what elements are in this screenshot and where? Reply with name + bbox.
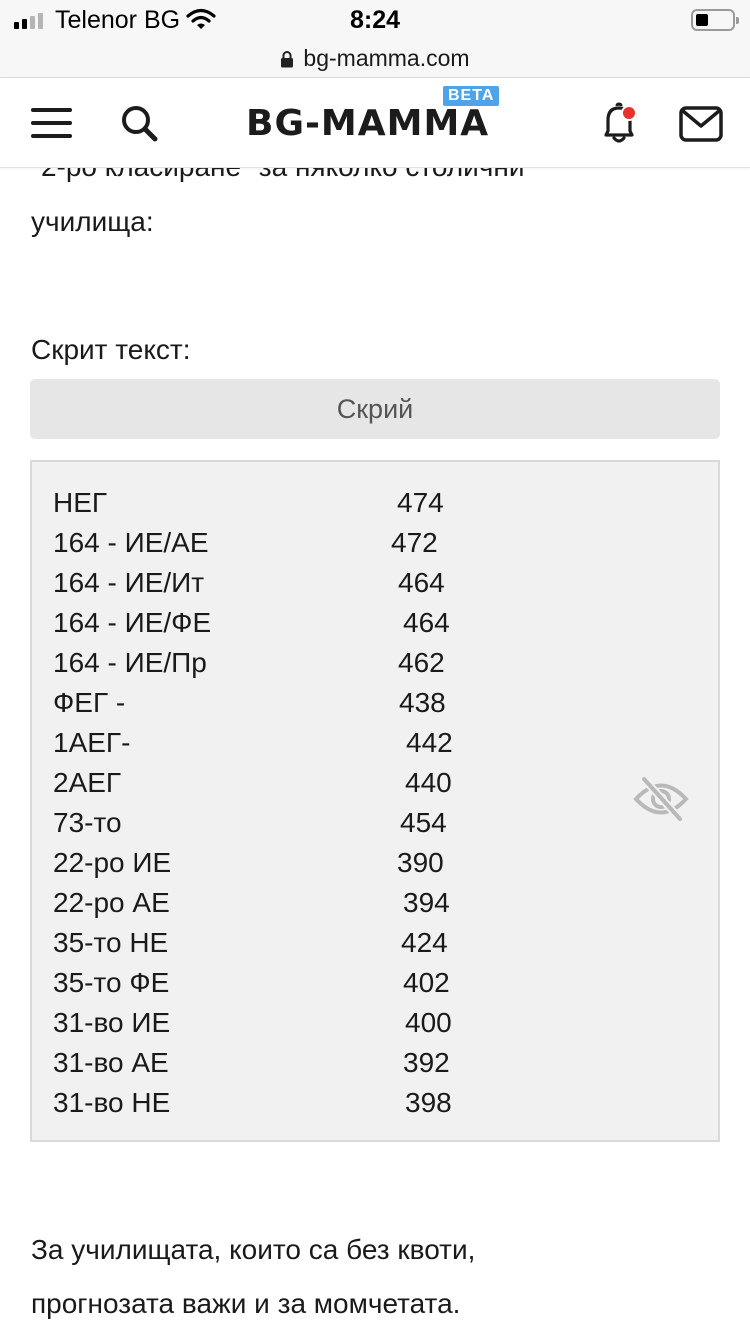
score-value: 440 — [405, 767, 452, 798]
menu-icon[interactable] — [31, 106, 73, 140]
score-value: 442 — [406, 727, 453, 758]
spoiler-content: НЕГ 474 164 - ИЕ/АЕ 472 164 - ИЕ/Ит 464 164 - … — [30, 460, 720, 1142]
post-text-line: "2-ро класиране" за няколко столични — [31, 168, 525, 194]
post-text-line: училища: — [31, 206, 154, 237]
school-name: 22-ро АЕ — [53, 887, 170, 918]
hide-button[interactable]: Скрий — [30, 379, 720, 439]
score-value: 464 — [403, 607, 450, 638]
site-logo[interactable]: BG-MAMMA — [246, 103, 489, 144]
eye-slash-icon[interactable] — [633, 774, 689, 824]
site-header: BG-MAMMA BETA — [0, 78, 750, 168]
address-bar[interactable]: bg-mamma.com — [0, 40, 750, 78]
score-value: 462 — [398, 647, 445, 678]
score-value: 394 — [403, 887, 450, 918]
score-value: 398 — [405, 1087, 452, 1118]
score-value: 390 — [397, 847, 444, 878]
school-name: НЕГ — [53, 487, 108, 518]
school-name: 164 - ИЕ/ФЕ — [53, 607, 212, 638]
school-name: 164 - ИЕ/Пр — [53, 647, 207, 678]
school-name: 35-то ФЕ — [53, 967, 170, 998]
score-value: 464 — [398, 567, 445, 598]
clock: 8:24 — [349, 6, 401, 34]
school-name: 31-во АЕ — [53, 1047, 169, 1078]
school-name: 22-ро ИЕ — [53, 847, 172, 878]
school-name: 73-то — [53, 807, 122, 838]
score-value: 472 — [391, 527, 438, 558]
score-value: 400 — [405, 1007, 452, 1038]
score-value: 424 — [401, 927, 448, 958]
bell-icon[interactable] — [598, 102, 642, 146]
score-value: 454 — [400, 807, 447, 838]
school-name: 31-во ИЕ — [53, 1007, 171, 1038]
spoiler-label: Скрит текст: — [31, 334, 191, 365]
battery-icon — [691, 9, 739, 31]
score-value: 474 — [397, 487, 444, 518]
mail-icon[interactable] — [679, 106, 723, 142]
post-text-paragraph: За училищата, които са без квоти, прогно… — [31, 1223, 475, 1331]
url-text: bg-mamma.com — [303, 45, 470, 71]
score-value: 438 — [399, 687, 446, 718]
school-name: 2АЕГ — [53, 767, 122, 798]
lock-icon — [281, 50, 294, 67]
school-name: 1АЕГ- — [53, 727, 131, 758]
beta-badge: BETA — [443, 86, 500, 106]
school-name: 35-то НЕ — [53, 927, 169, 958]
school-name: 31-во НЕ — [53, 1087, 171, 1118]
school-name: ФЕГ - — [53, 687, 126, 718]
post-content: "2-ро класиране" за няколко столични учи… — [0, 168, 750, 1334]
post-text-line: За училищата, които са без квоти, — [31, 1234, 476, 1265]
status-bar: Telenor BG 8:24 — [0, 0, 750, 40]
school-name: 164 - ИЕ/Ит — [53, 567, 205, 598]
search-icon[interactable] — [120, 104, 160, 144]
score-value: 402 — [403, 967, 450, 998]
post-text-line: прогнозата важи и за момчетата. — [31, 1288, 461, 1319]
school-name: 164 - ИЕ/АЕ — [53, 527, 209, 558]
score-value: 392 — [403, 1047, 450, 1078]
